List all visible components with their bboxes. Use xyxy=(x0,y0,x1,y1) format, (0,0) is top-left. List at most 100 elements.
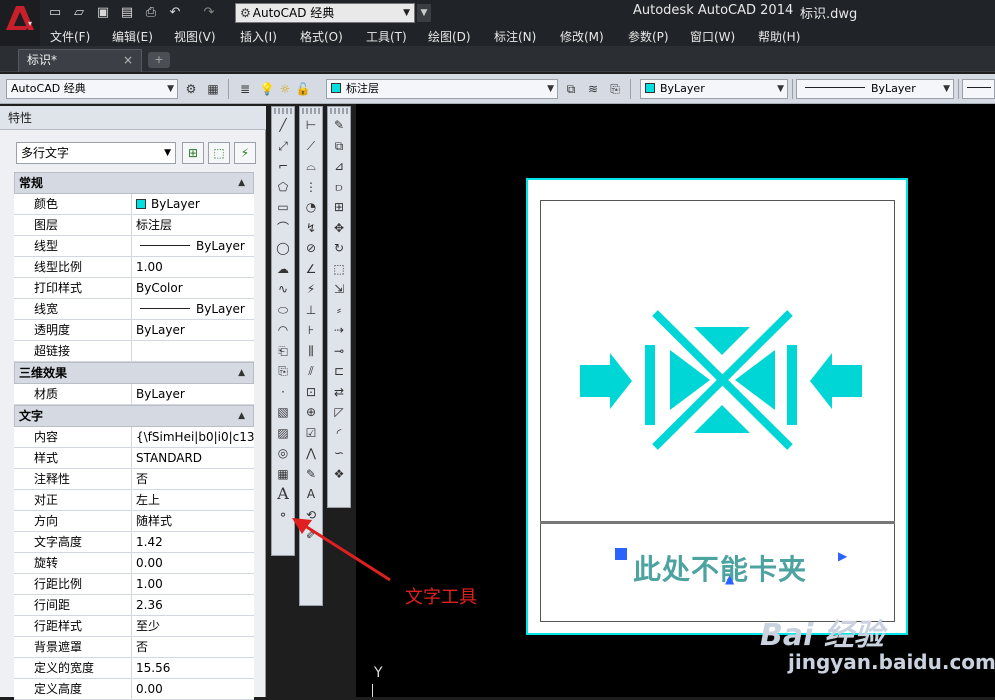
new-file-icon[interactable]: ▭ xyxy=(46,4,64,22)
multiline-text-icon[interactable]: A xyxy=(272,484,294,505)
menu-view[interactable]: 视图(V) xyxy=(174,28,216,45)
copy-icon[interactable]: ⧉ xyxy=(328,136,350,157)
undo-icon[interactable]: ↶ xyxy=(166,4,184,22)
inspection-icon[interactable]: ☑ xyxy=(300,423,322,444)
ordinate-dimension-icon[interactable]: ⋮ xyxy=(300,177,322,198)
menu-tools[interactable]: 工具(T) xyxy=(366,28,407,45)
gradient-icon[interactable]: ▨ xyxy=(272,423,294,444)
text-grip-width-arrow[interactable]: ▶ xyxy=(838,549,847,563)
save-as-icon[interactable]: ▤ xyxy=(118,4,136,22)
baseline-dimension-icon[interactable]: ⊥ xyxy=(300,300,322,321)
mirror-icon[interactable]: ⊿ xyxy=(328,156,350,177)
arc-length-icon[interactable]: ⌓ xyxy=(300,156,322,177)
property-row-linetype-scale[interactable]: 线型比例 1.00 xyxy=(14,257,254,278)
section-3d-effects[interactable]: 三维效果 ▲ xyxy=(14,362,254,384)
center-mark-icon[interactable]: ⊕ xyxy=(300,402,322,423)
angular-dimension-icon[interactable]: ∠ xyxy=(300,259,322,280)
fillet-icon[interactable]: ◜ xyxy=(328,423,350,444)
dimension-text-edit-icon[interactable]: A xyxy=(300,484,322,505)
extend-icon[interactable]: ⇢ xyxy=(328,320,350,341)
menu-modify[interactable]: 修改(M) xyxy=(560,28,604,45)
spline-icon[interactable]: ∿ xyxy=(272,279,294,300)
ellipse-arc-icon[interactable]: ◠ xyxy=(272,320,294,341)
point-icon[interactable]: · xyxy=(272,382,294,403)
property-row-line-spacing-style[interactable]: 行距样式 至少 xyxy=(14,616,254,637)
layer-properties-icon[interactable]: ≣ xyxy=(236,80,254,98)
arc-icon[interactable]: ⌒ xyxy=(272,218,294,239)
property-row-defined-width[interactable]: 定义的宽度 15.56 xyxy=(14,658,254,679)
layer-dropdown[interactable]: 标注层 ▼ xyxy=(326,79,558,99)
print-icon[interactable]: ⎙ xyxy=(142,4,160,22)
break-icon[interactable]: ⊏ xyxy=(328,361,350,382)
property-row-color[interactable]: 颜色 ByLayer xyxy=(14,194,254,215)
toolbar-grip[interactable] xyxy=(330,108,348,114)
blend-curves-icon[interactable]: ∽ xyxy=(328,443,350,464)
property-row-text-height[interactable]: 文字高度 1.42 xyxy=(14,532,254,553)
menu-dimension[interactable]: 标注(N) xyxy=(494,28,536,45)
menu-draw[interactable]: 绘图(D) xyxy=(428,28,471,45)
property-row-material[interactable]: 材质 ByLayer xyxy=(14,384,254,405)
linear-dimension-icon[interactable]: ⊢ xyxy=(300,115,322,136)
table-icon[interactable]: ▦ xyxy=(272,464,294,485)
quick-select-icon[interactable]: ⚡ xyxy=(234,142,256,164)
quick-dimension-icon[interactable]: ⚡ xyxy=(300,279,322,300)
stretch-icon[interactable]: ⇲ xyxy=(328,279,350,300)
insert-block-icon[interactable]: ⎗ xyxy=(272,341,294,362)
erase-icon[interactable]: ✎ xyxy=(328,115,350,136)
select-objects-icon[interactable]: ⬚ xyxy=(208,142,230,164)
menu-help[interactable]: 帮助(H) xyxy=(758,28,800,45)
polygon-icon[interactable]: ⬠ xyxy=(272,177,294,198)
save-icon[interactable]: ▣ xyxy=(94,4,112,22)
section-general[interactable]: 常规 ▲ xyxy=(14,172,254,194)
jogged-linear-icon[interactable]: ⋀ xyxy=(300,443,322,464)
workspace-dropdown[interactable]: AutoCAD 经典 ▼ xyxy=(6,79,178,99)
revision-cloud-icon[interactable]: ☁ xyxy=(272,259,294,280)
property-row-direction[interactable]: 方向 随样式 xyxy=(14,511,254,532)
trim-icon[interactable]: ⸗ xyxy=(328,300,350,321)
linetype-dropdown[interactable]: ByLayer ▼ xyxy=(796,79,954,99)
break-at-point-icon[interactable]: ⊸ xyxy=(328,341,350,362)
close-icon[interactable]: × xyxy=(123,50,133,70)
polyline-icon[interactable]: ⌐ xyxy=(272,156,294,177)
section-text[interactable]: 文字 ▲ xyxy=(14,405,254,427)
property-row-transparency[interactable]: 透明度 ByLayer xyxy=(14,320,254,341)
customize-icon[interactable]: ▦ xyxy=(204,80,222,98)
menu-insert[interactable]: 插入(I) xyxy=(240,28,277,45)
property-row-layer[interactable]: 图层 标注层 xyxy=(14,215,254,236)
offset-icon[interactable]: ⫐ xyxy=(328,177,350,198)
menu-window[interactable]: 窗口(W) xyxy=(690,28,735,45)
property-row-contents[interactable]: 内容 {\fSimHei|b0|i0|c13... xyxy=(14,427,254,448)
make-current-layer-icon[interactable]: ⧉ xyxy=(562,80,580,98)
dimension-break-icon[interactable]: ⫽ xyxy=(300,361,322,382)
text-grip-height-arrow[interactable]: ▲ xyxy=(725,572,734,586)
toggle-pickadd-icon[interactable]: ⊞ xyxy=(182,142,204,164)
layer-previous-icon[interactable]: ≋ xyxy=(584,80,602,98)
property-row-linetype[interactable]: 线型 ByLayer xyxy=(14,236,254,257)
layer-freeze-icon[interactable]: ☼ xyxy=(276,80,294,98)
file-tab[interactable]: 标识* × xyxy=(18,49,142,72)
scale-icon[interactable]: ⬚ xyxy=(328,259,350,280)
toolbar-grip[interactable] xyxy=(302,108,320,114)
open-file-icon[interactable]: ▱ xyxy=(70,4,88,22)
text-grip-square[interactable] xyxy=(615,548,627,560)
workspace-settings-icon[interactable]: ⚙ xyxy=(182,80,200,98)
move-icon[interactable]: ✥ xyxy=(328,218,350,239)
array-icon[interactable]: ⊞ xyxy=(328,197,350,218)
line-icon[interactable]: ╱ xyxy=(272,115,294,136)
construction-line-icon[interactable]: ⤢ xyxy=(272,136,294,157)
hatch-icon[interactable]: ▧ xyxy=(272,402,294,423)
property-row-line-spacing-distance[interactable]: 行间距 2.36 xyxy=(14,595,254,616)
rotate-icon[interactable]: ↻ xyxy=(328,238,350,259)
property-row-style[interactable]: 样式 STANDARD xyxy=(14,448,254,469)
toolbar-grip[interactable] xyxy=(274,108,292,114)
continue-dimension-icon[interactable]: ⊦ xyxy=(300,320,322,341)
lineweight-dropdown[interactable] xyxy=(962,79,995,99)
object-type-select[interactable]: 多行文字 ▼ xyxy=(16,142,176,164)
menu-file[interactable]: 文件(F) xyxy=(50,28,90,45)
radius-dimension-icon[interactable]: ◔ xyxy=(300,197,322,218)
property-row-plot-style[interactable]: 打印样式 ByColor xyxy=(14,278,254,299)
new-tab-button[interactable]: + xyxy=(148,52,170,68)
property-row-justify[interactable]: 对正 左上 xyxy=(14,490,254,511)
redo-icon[interactable]: ↷ xyxy=(200,4,218,22)
property-row-hyperlink[interactable]: 超链接 xyxy=(14,341,254,362)
